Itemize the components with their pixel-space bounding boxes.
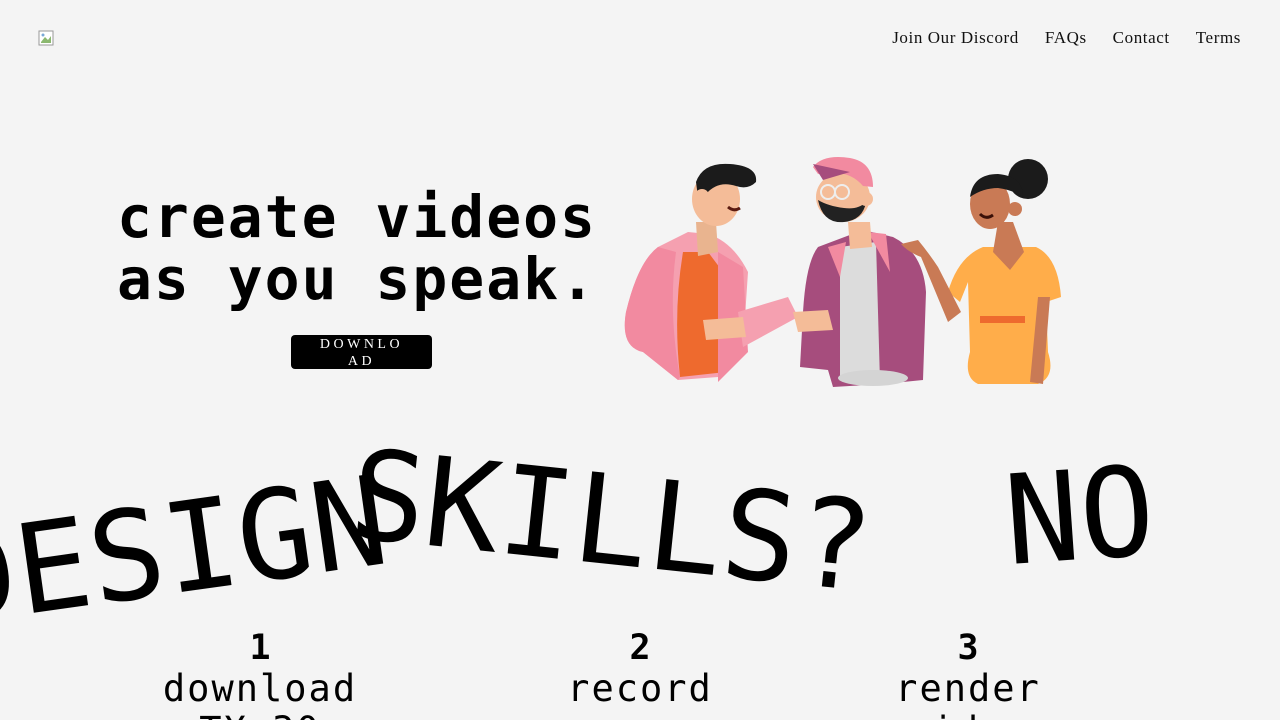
top-nav: Join Our Discord FAQs Contact Terms — [892, 28, 1241, 48]
step-sublabel: TX-30 — [160, 710, 360, 720]
hero-title-line2: as you speak. — [117, 245, 597, 313]
step-label: render — [895, 667, 1041, 710]
hero-title: create videos as you speak. — [117, 186, 597, 310]
person-left-illustration — [624, 163, 798, 382]
step-number: 1 — [249, 628, 271, 668]
nav-link-discord[interactable]: Join Our Discord — [892, 28, 1019, 48]
slogan-word-1: DESIGN — [0, 449, 396, 655]
download-button[interactable]: DOWNLO AD — [291, 335, 432, 369]
nav-link-terms[interactable]: Terms — [1196, 28, 1241, 48]
step-label: download — [162, 667, 358, 710]
person-right-illustration — [901, 159, 1061, 384]
person-middle-illustration — [793, 157, 926, 387]
step-2: 2 record — [540, 628, 740, 710]
nav-link-faqs[interactable]: FAQs — [1045, 28, 1087, 48]
step-1: 1 download TX-30 — [160, 628, 360, 720]
logo-broken-image-icon[interactable] — [38, 30, 54, 46]
slogan-word-2: SKILLS? — [343, 423, 879, 621]
slogan-word-3: NO — [1000, 439, 1160, 595]
slogan-banner: DESIGN SKILLS? NO — [0, 423, 1280, 654]
nav-link-contact[interactable]: Contact — [1113, 28, 1170, 48]
step-number: 2 — [629, 628, 651, 668]
people-talking-illustration — [624, 157, 1061, 387]
step-3: 3 render video — [868, 628, 1068, 720]
hero-title-line1: create videos — [117, 183, 597, 251]
step-number: 3 — [957, 628, 979, 668]
step-label: record — [567, 667, 713, 710]
step-sublabel: video — [868, 710, 1068, 720]
